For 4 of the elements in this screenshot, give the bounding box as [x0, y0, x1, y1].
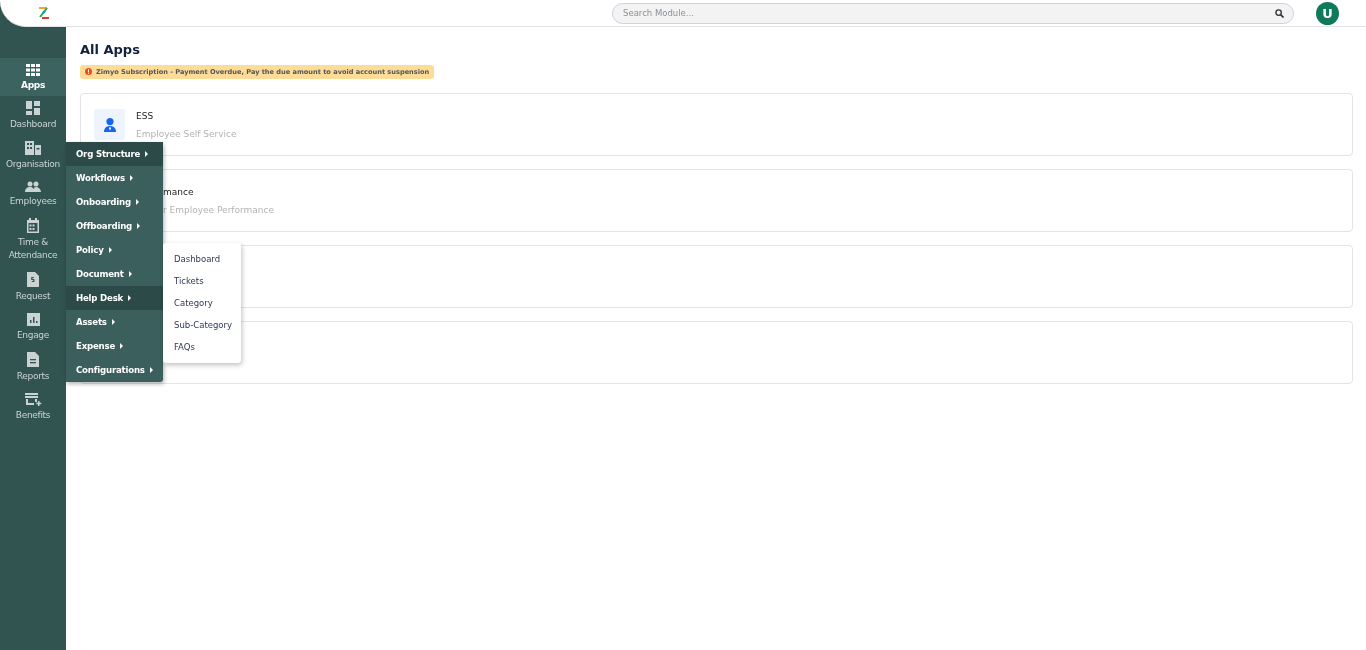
- page-title: All Apps: [80, 42, 141, 57]
- app-description: Employee Self Service: [136, 128, 237, 139]
- app-title: mance: [163, 186, 195, 197]
- app-title: ESS: [136, 110, 155, 121]
